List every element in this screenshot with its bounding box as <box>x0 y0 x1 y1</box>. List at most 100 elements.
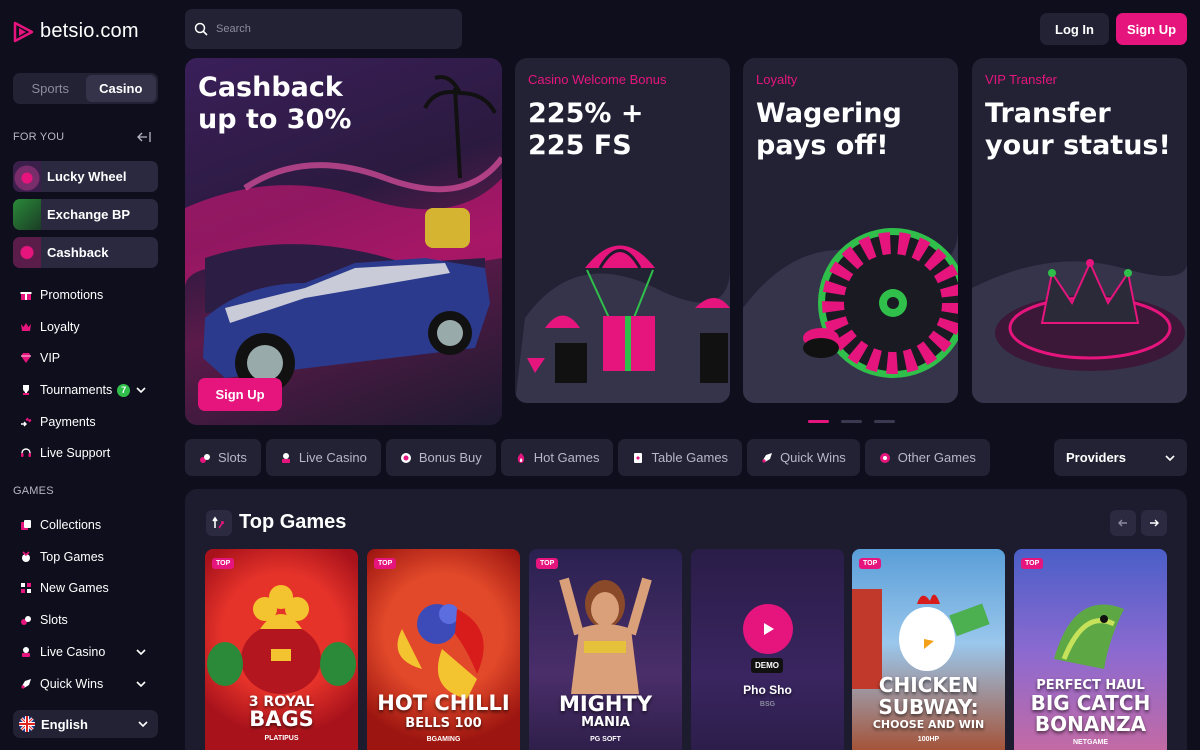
sidebar-item-label: Slots <box>40 613 68 627</box>
sidebar-item-label: Top Games <box>40 550 104 564</box>
sidebar: betsio.com Sports Casino FOR YOU Lucky W… <box>0 0 172 750</box>
game-card-big-catch-bonanza[interactable]: TOP PERFECT HAUL BIG CATCH BONANZA NETGA… <box>1014 549 1167 750</box>
roulette-wheel-illustration <box>743 218 958 403</box>
prev-arrow-button[interactable] <box>1110 510 1136 536</box>
carousel-dot[interactable] <box>841 420 862 423</box>
banner-loyalty[interactable]: Loyalty Wagering pays off! <box>743 58 958 403</box>
category-live-casino[interactable]: Live Casino <box>265 439 381 476</box>
game-title: BONANZA <box>1034 712 1147 736</box>
trophy-icon <box>20 384 32 396</box>
sidebar-item-new-games[interactable]: New Games <box>20 579 109 597</box>
promo-card-cashback[interactable]: Cashback <box>13 237 158 268</box>
casino-tab[interactable]: Casino <box>85 75 156 102</box>
category-other-games[interactable]: Other Games <box>864 439 990 476</box>
sidebar-item-label: Payments <box>40 415 96 429</box>
top-tag: TOP <box>374 558 397 569</box>
sidebar-item-payments[interactable]: Payments <box>20 413 96 431</box>
crown-icon <box>20 321 32 333</box>
chevron-down-icon[interactable] <box>136 386 146 394</box>
sidebar-item-label: VIP <box>40 351 61 365</box>
banner-vip-transfer[interactable]: VIP Transfer Transfer your status! <box>972 58 1187 403</box>
sidebar-item-quick-wins[interactable]: Quick Wins <box>20 675 103 693</box>
bonus-buy-icon <box>400 452 411 463</box>
rocket-icon <box>762 452 773 463</box>
chevron-down-icon[interactable] <box>136 648 146 656</box>
headset-icon <box>20 447 32 459</box>
live-casino-icon <box>20 646 32 658</box>
banner-welcome-bonus[interactable]: Casino Welcome Bonus 225% + 225 FS <box>515 58 730 403</box>
promo-card-lucky-wheel[interactable]: Lucky Wheel <box>13 161 158 192</box>
game-card-3-royal-bags[interactable]: TOP 3 ROYAL BAGS PLATIPUS <box>205 549 358 750</box>
logo-icon <box>13 21 34 42</box>
banner-signup-button[interactable]: Sign Up <box>198 378 282 411</box>
sidebar-item-loyalty[interactable]: Loyalty <box>20 318 80 336</box>
sidebar-item-vip[interactable]: VIP <box>20 349 60 367</box>
game-provider: BSG <box>759 701 776 708</box>
top-games-icon <box>20 551 32 563</box>
category-label: Live Casino <box>298 450 367 465</box>
sidebar-item-promotions[interactable]: Promotions <box>20 286 103 304</box>
sports-casino-switch: Sports Casino <box>13 73 158 104</box>
language-label: English <box>41 716 88 732</box>
game-card-hot-chilli-bells[interactable]: TOP HOT CHILLI BELLS 100 BGAMING <box>367 549 520 750</box>
promo-card-label: Cashback <box>47 245 109 260</box>
category-quick-wins[interactable]: Quick Wins <box>747 439 860 476</box>
collections-icon <box>20 519 32 531</box>
providers-dropdown[interactable]: Providers <box>1054 439 1187 476</box>
game-card-chicken-subway[interactable]: TOP CHICKEN SUBWAY: CHOOSE AND WIN 100HP <box>852 549 1005 750</box>
gift-icon <box>20 289 32 301</box>
category-slots[interactable]: Slots <box>185 439 261 476</box>
game-provider: BGAMING <box>426 736 461 743</box>
play-icon <box>764 623 774 635</box>
next-arrow-button[interactable] <box>1141 510 1167 536</box>
game-title: MANIA <box>581 715 630 730</box>
flame-icon <box>517 452 524 463</box>
sidebar-item-live-casino[interactable]: Live Casino <box>20 643 105 661</box>
sidebar-item-label: Collections <box>40 518 102 532</box>
demo-badge[interactable]: DEMO <box>751 658 783 673</box>
language-selector[interactable]: English <box>13 710 158 738</box>
sidebar-item-live-support[interactable]: Live Support <box>20 444 110 462</box>
sidebar-item-top-games[interactable]: Top Games <box>20 548 104 566</box>
carousel-dot[interactable] <box>874 420 895 423</box>
sidebar-item-collections[interactable]: Collections <box>20 516 101 534</box>
promo-card-label: Exchange BP <box>47 207 131 222</box>
sidebar-item-label: Loyalty <box>40 320 80 334</box>
promo-card-exchange-bp[interactable]: Exchange BP <box>13 199 158 230</box>
chevron-down-icon[interactable] <box>136 680 146 688</box>
for-you-label: FOR YOU <box>13 131 65 143</box>
sidebar-item-label: Tournaments <box>40 383 113 397</box>
game-card-pho-sho[interactable]: DEMO Pho Sho BSG <box>691 549 844 750</box>
sidebar-item-tournaments[interactable]: Tournaments 7 <box>20 381 131 399</box>
play-button[interactable] <box>743 604 793 654</box>
category-label: Table Games <box>651 450 729 465</box>
banner-cashback[interactable]: Cashback up to 30% Sign Up <box>185 58 502 425</box>
category-table-games[interactable]: Table Games <box>618 439 743 476</box>
search-input[interactable] <box>216 23 436 35</box>
sidebar-item-slots[interactable]: Slots <box>20 611 68 629</box>
diamond-icon <box>20 352 32 364</box>
top-games-section: Top Games TOP 3 ROYAL BAGS PLATIPUS TOP … <box>185 489 1187 750</box>
sports-tab[interactable]: Sports <box>15 75 86 102</box>
game-card-mighty-mania[interactable]: TOP MIGHTY MANIA PG SOFT <box>529 549 682 750</box>
live-casino-icon <box>281 452 290 463</box>
game-title: BAGS <box>249 707 314 731</box>
other-games-icon <box>879 452 890 463</box>
search-bar[interactable] <box>185 9 462 49</box>
game-provider: PG SOFT <box>590 736 621 743</box>
new-games-icon <box>20 582 32 594</box>
category-label: Slots <box>218 450 247 465</box>
game-title: SUBWAY: <box>878 695 979 719</box>
category-hot-games[interactable]: Hot Games <box>500 439 614 476</box>
login-button[interactable]: Log In <box>1040 13 1109 45</box>
category-bar: Slots Live Casino Bonus Buy Hot Games Ta… <box>185 439 990 476</box>
game-title: BELLS 100 <box>405 716 482 731</box>
logo[interactable]: betsio.com <box>12 20 139 43</box>
game-title: Pho Sho <box>743 683 792 697</box>
carousel-dot[interactable] <box>808 420 829 423</box>
signup-button[interactable]: Sign Up <box>1116 13 1187 45</box>
lucky-wheel-icon <box>13 161 41 192</box>
collapse-sidebar-icon[interactable] <box>136 131 152 143</box>
category-bonus-buy[interactable]: Bonus Buy <box>385 439 496 476</box>
chevron-down-icon <box>1165 454 1175 461</box>
